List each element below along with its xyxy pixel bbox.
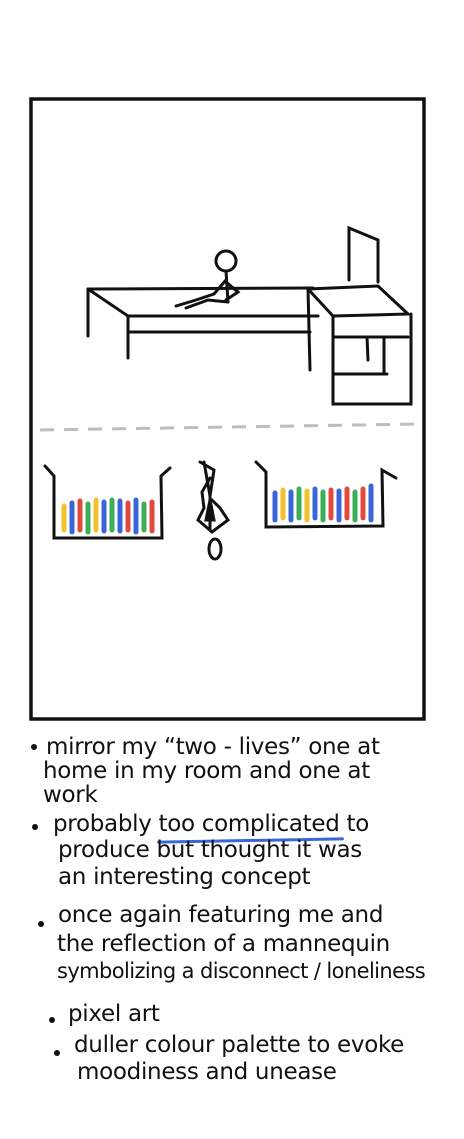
note-line: work	[43, 782, 98, 808]
bullet-dot	[38, 921, 44, 927]
note-text: to	[339, 811, 370, 837]
notes-section: mirror my “two - lives” one at home in m…	[0, 0, 464, 1139]
note-text: too complicated	[158, 811, 340, 837]
note-line: probably too complicated to	[53, 810, 370, 844]
note-line: produce but thought it was	[58, 837, 362, 863]
note-line: moodiness and unease	[77, 1059, 337, 1085]
highlighted-text: too complicated	[156, 811, 344, 844]
note-line: the reflection of a mannequin	[57, 931, 390, 957]
bullet-dot	[49, 1017, 55, 1023]
note-line: pixel art	[68, 1001, 160, 1027]
note-line: once again featuring me and	[58, 902, 384, 928]
bullet-dot	[32, 824, 38, 830]
bullet-dot	[31, 744, 37, 750]
bullet-dot	[54, 1050, 60, 1056]
note-line: symbolizing a disconnect / loneliness	[57, 959, 426, 983]
note-line: an interesting concept	[58, 864, 311, 890]
note-text: probably	[53, 811, 159, 837]
note-line: duller colour palette to evoke	[74, 1032, 405, 1058]
